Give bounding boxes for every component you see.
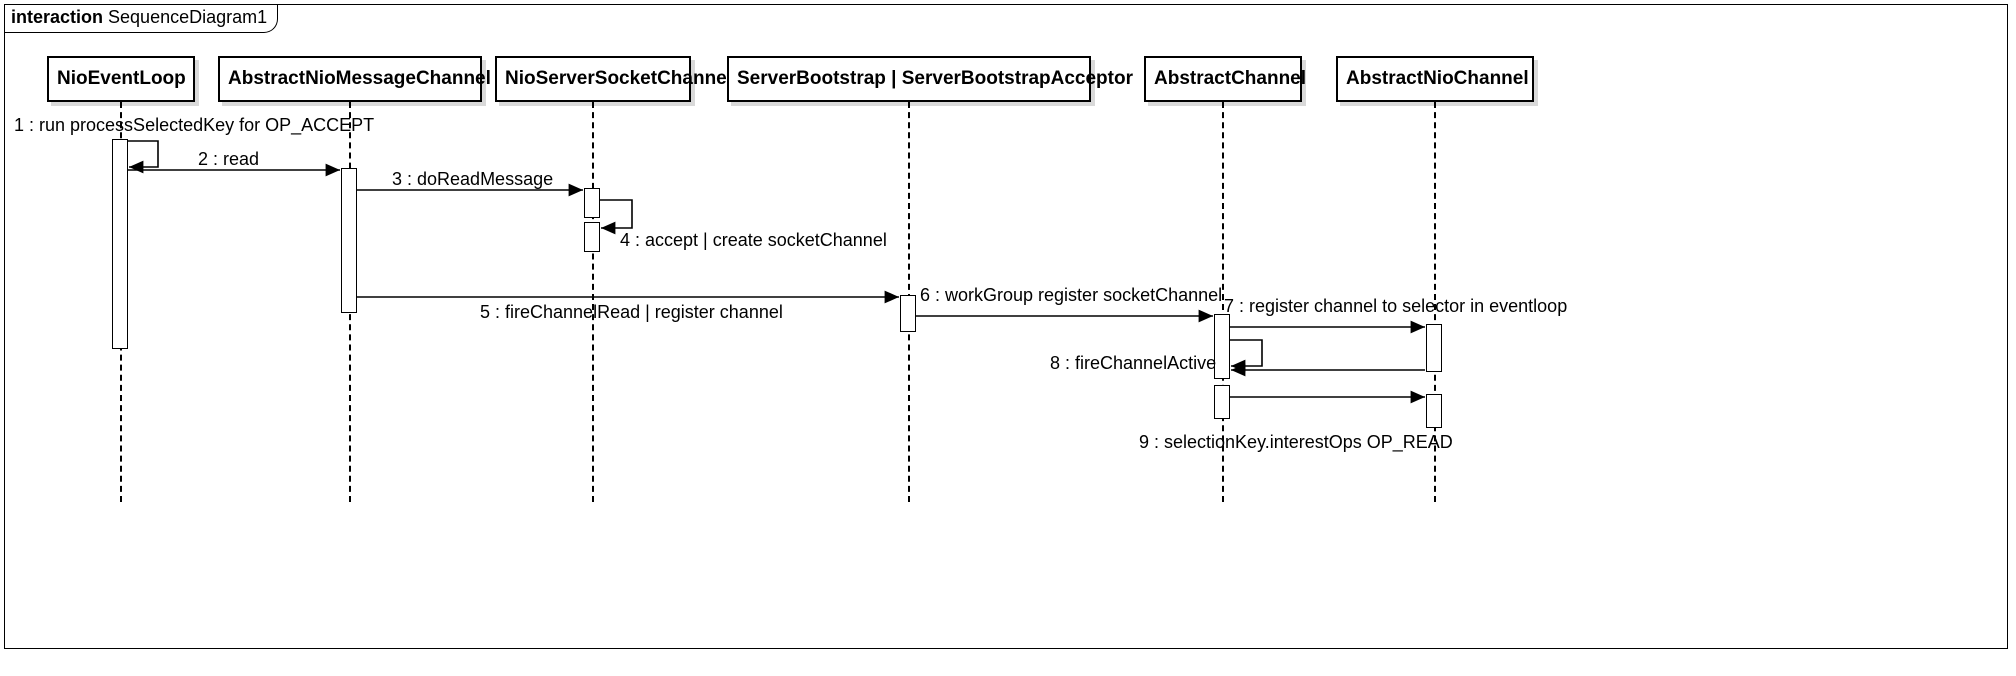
activation-p2 <box>341 168 357 313</box>
msg-8: 8 : fireChannelActive <box>1050 353 1216 374</box>
frame-keyword: interaction <box>11 7 103 27</box>
frame-title-tab: interaction SequenceDiagram1 <box>5 5 278 33</box>
activation-p6-b <box>1426 394 1442 428</box>
activation-p3-a <box>584 188 600 218</box>
frame-name: SequenceDiagram1 <box>108 7 267 27</box>
participant-p3: NioServerSocketChannel <box>495 56 691 102</box>
msg-2: 2 : read <box>198 149 259 170</box>
participant-label: ServerBootstrap | ServerBootstrapAccepto… <box>737 68 1133 89</box>
msg-9: 9 : selectionKey.interestOps OP_READ <box>1139 432 1453 453</box>
activation-p4 <box>900 295 916 332</box>
activation-p1 <box>112 139 128 349</box>
activation-p5-b <box>1214 385 1230 419</box>
participant-p2: AbstractNioMessageChannel <box>218 56 482 102</box>
msg-3: 3 : doReadMessage <box>392 169 553 190</box>
sequence-diagram: interaction SequenceDiagram1 NioEventLoo… <box>0 0 2016 676</box>
activation-p3-b <box>584 222 600 252</box>
participant-p6: AbstractNioChannel <box>1336 56 1534 102</box>
participant-label: AbstractChannel <box>1154 68 1306 89</box>
msg-6: 6 : workGroup register socketChannel <box>920 285 1222 306</box>
participant-p4: ServerBootstrap | ServerBootstrapAccepto… <box>727 56 1091 102</box>
participant-label: AbstractNioChannel <box>1346 68 1529 89</box>
participant-p1: NioEventLoop <box>47 56 195 102</box>
participant-label: NioEventLoop <box>57 68 186 89</box>
msg-7: 7 : register channel to selector in even… <box>1224 296 1567 317</box>
participant-p5: AbstractChannel <box>1144 56 1302 102</box>
activation-p6-a <box>1426 324 1442 372</box>
participant-label: NioServerSocketChannel <box>505 68 732 89</box>
activation-p5-a <box>1214 314 1230 379</box>
msg-5: 5 : fireChannelRead | register channel <box>480 302 783 323</box>
msg-1: 1 : run processSelectedKey for OP_ACCEPT <box>14 115 374 136</box>
msg-4: 4 : accept | create socketChannel <box>620 230 887 251</box>
participant-label: AbstractNioMessageChannel <box>228 68 491 89</box>
